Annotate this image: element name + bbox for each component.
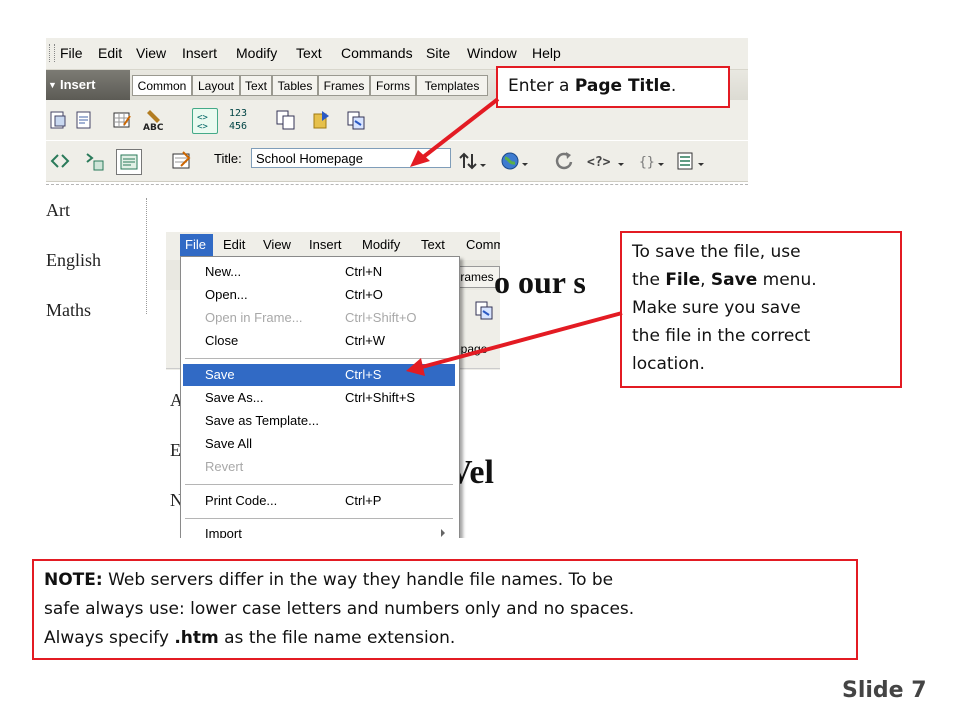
code-navigation-icon[interactable]: {} (638, 149, 666, 173)
document-toolbar: Title: <?> {} (46, 140, 748, 182)
tab-frames[interactable]: Frames (318, 75, 370, 96)
view-options-icon[interactable] (676, 149, 708, 173)
menu-separator (185, 358, 453, 359)
reference-icon[interactable]: <?> (586, 149, 626, 173)
preview-browser-icon[interactable] (500, 149, 530, 173)
table-icon[interactable] (110, 108, 134, 132)
hyperlink-icon[interactable] (46, 108, 70, 132)
menu-commands[interactable]: Commands (341, 45, 413, 61)
menu-item-print-code[interactable]: Print Code... Ctrl+P (183, 490, 455, 512)
layer-tags-icon[interactable]: <> <> (192, 108, 218, 134)
note-line2: safe always use: lower case letters and … (44, 599, 635, 619)
design-view-icon[interactable] (116, 149, 142, 175)
menu-item-save[interactable]: Save Ctrl+S (183, 364, 455, 386)
menu-modify-2[interactable]: Modify (362, 237, 400, 252)
menu-edit[interactable]: Edit (98, 45, 122, 61)
page-title-callout: Enter a Page Title. (496, 66, 730, 108)
menu-edit-2[interactable]: Edit (223, 237, 245, 252)
svg-text:ABC: ABC (143, 123, 164, 132)
menu-text-2[interactable]: Text (421, 237, 445, 252)
svg-text:<?>: <?> (587, 155, 611, 170)
menu-item-new[interactable]: New... Ctrl+N (183, 261, 455, 283)
live-data-icon[interactable] (170, 149, 194, 173)
nav-link-maths: Maths (46, 300, 91, 320)
tab-text[interactable]: Text (240, 75, 272, 96)
tab-forms[interactable]: Forms (370, 75, 416, 96)
slide-number: Slide 7 (842, 678, 927, 703)
menu-window[interactable]: Window (467, 45, 517, 61)
tab-layout[interactable]: Layout (192, 75, 240, 96)
note-line3: Always specify .htm as the file name ext… (44, 628, 456, 648)
copy-pages-icon[interactable] (274, 108, 298, 132)
menu-comm-2[interactable]: Comm (466, 237, 500, 252)
menu-item-open[interactable]: Open... Ctrl+O (183, 284, 455, 306)
menu-file-open[interactable]: File (180, 234, 213, 256)
menu-separator (185, 518, 453, 519)
menu-help[interactable]: Help (532, 45, 561, 61)
file-menu-window: File Edit View Insert Modify Text Comm r… (166, 232, 500, 538)
menu-item-save-as[interactable]: Save As... Ctrl+Shift+S (183, 387, 455, 409)
menu-item-revert: Revert (205, 459, 244, 474)
svg-text:<>: <> (197, 122, 208, 131)
folder-arrow-icon[interactable] (310, 108, 334, 132)
file-menu-dropdown: New... Ctrl+N Open... Ctrl+O Open in Frame… (180, 256, 460, 538)
menu-item-open-in-frame: Open in Frame... Ctrl+Shift+O (205, 310, 417, 325)
design-area (46, 184, 748, 196)
email-link-icon[interactable] (72, 108, 96, 132)
menu-view-2[interactable]: View (263, 237, 291, 252)
submenu-arrow-icon (441, 529, 445, 537)
menu-file[interactable]: File (60, 45, 83, 61)
tab-templates[interactable]: Templates (416, 75, 488, 96)
code-view-icon[interactable] (48, 149, 72, 173)
menu-text[interactable]: Text (296, 45, 322, 61)
numbers-icon[interactable]: 123 456 (228, 104, 256, 134)
save-callout-line2: the File, Save menu. (632, 270, 817, 290)
menu-bar-2: File Edit View Insert Modify Text Comm (166, 232, 500, 258)
menu-separator (185, 484, 453, 485)
nav-link-english: English (46, 250, 102, 270)
menu-insert-2[interactable]: Insert (309, 237, 342, 252)
insert-panel-header[interactable]: ▼ Insert (46, 70, 130, 100)
menu-view[interactable]: View (136, 45, 166, 61)
svg-text:456: 456 (229, 121, 247, 132)
save-callout: To save the file, use the File, Save men… (620, 231, 902, 388)
svg-text:123: 123 (229, 108, 247, 119)
split-view-icon[interactable] (82, 149, 106, 173)
tab-common[interactable]: Common (132, 75, 192, 96)
collapse-triangle-icon: ▼ (48, 80, 57, 90)
tab-frames-2[interactable]: rames (454, 266, 500, 288)
spelling-abc-icon[interactable]: ABC (142, 108, 166, 132)
menu-item-close[interactable]: Close Ctrl+W (183, 330, 455, 352)
frame-divider (146, 198, 147, 314)
refresh-pages-icon[interactable] (344, 108, 368, 132)
menu-site[interactable]: Site (426, 45, 450, 61)
page-title-input[interactable] (251, 148, 451, 168)
refresh-pages-icon-2[interactable] (472, 298, 496, 322)
file-management-icon[interactable] (458, 149, 488, 173)
note-box: NOTE: Web servers differ in the way they… (32, 559, 858, 660)
menu-insert[interactable]: Insert (182, 45, 217, 61)
toolbar-grip[interactable] (49, 44, 55, 62)
heading-fragment: o our s (494, 264, 586, 300)
menu-item-save-all[interactable]: Save All (183, 433, 455, 455)
nav-link-art: Art (46, 200, 70, 220)
title-label: Title: (214, 151, 242, 166)
menu-item-save-as-template[interactable]: Save as Template... (183, 410, 455, 432)
svg-text:{}: {} (639, 155, 655, 170)
tab-tables[interactable]: Tables (272, 75, 318, 96)
refresh-icon[interactable] (552, 149, 576, 173)
note-line1: NOTE: Web servers differ in the way they… (44, 570, 614, 590)
menu-modify[interactable]: Modify (236, 45, 277, 61)
menu-item-import[interactable]: Import (183, 523, 455, 538)
dreamweaver-window: File Edit View Insert Modify Text Comman… (46, 38, 748, 196)
